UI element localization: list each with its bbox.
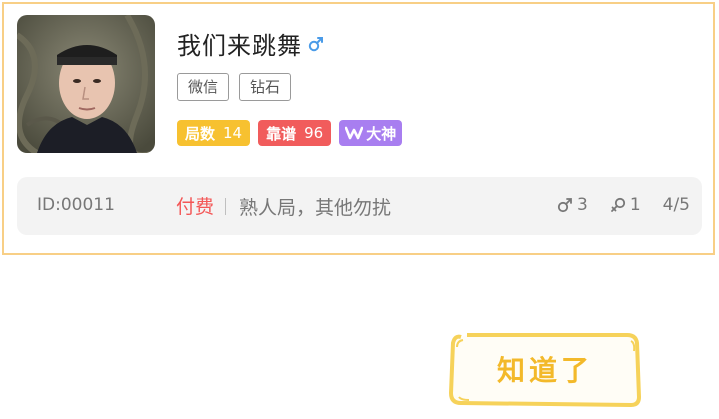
user-tags: 微信 钻石 <box>177 73 292 101</box>
male-count: 3 <box>576 195 588 215</box>
tag-diamond: 钻石 <box>239 73 292 101</box>
room-info-bar: ID:00011 付费 熟人局，其他勿扰 3 1 4/5 <box>17 177 702 235</box>
reputation-badge: 靠谱 96 <box>258 120 332 146</box>
avatar[interactable] <box>17 15 155 153</box>
room-stats: 3 1 4/5 <box>535 195 690 215</box>
master-label: 大神 <box>366 124 397 143</box>
occupancy: 4/5 <box>662 195 690 215</box>
room-id: ID:00011 <box>37 195 115 215</box>
user-badges: 局数 14 靠谱 96 大神 <box>177 120 403 146</box>
female-count: 1 <box>629 195 641 215</box>
user-name: 我们来跳舞 <box>177 32 302 60</box>
occupancy-stat: 4/5 <box>663 195 690 215</box>
male-icon <box>308 36 324 56</box>
reputation-value: 96 <box>304 124 324 142</box>
male-count-stat: 3 <box>557 195 588 215</box>
reputation-label: 靠谱 <box>266 124 297 143</box>
rounds-label: 局数 <box>185 124 216 143</box>
room-note: 熟人局，其他勿扰 <box>239 197 392 219</box>
male-icon <box>557 198 572 213</box>
got-it-label: 知道了 <box>496 354 593 387</box>
rounds-value: 14 <box>223 124 243 142</box>
name-row: 我们来跳舞 <box>177 26 324 61</box>
master-badge: 大神 <box>339 120 403 146</box>
fee-type: 付费 <box>176 196 215 218</box>
female-count-stat: 1 <box>610 195 641 215</box>
double-v-icon <box>345 126 364 140</box>
rounds-badge: 局数 14 <box>177 120 251 146</box>
divider <box>225 198 226 215</box>
room-card: 我们来跳舞 微信 钻石 局数 14 靠谱 96 大神 ID:00011 付费 熟… <box>2 2 715 255</box>
tag-wechat: 微信 <box>177 73 230 101</box>
female-icon <box>610 197 625 212</box>
got-it-button[interactable]: 知道了 <box>447 327 643 411</box>
